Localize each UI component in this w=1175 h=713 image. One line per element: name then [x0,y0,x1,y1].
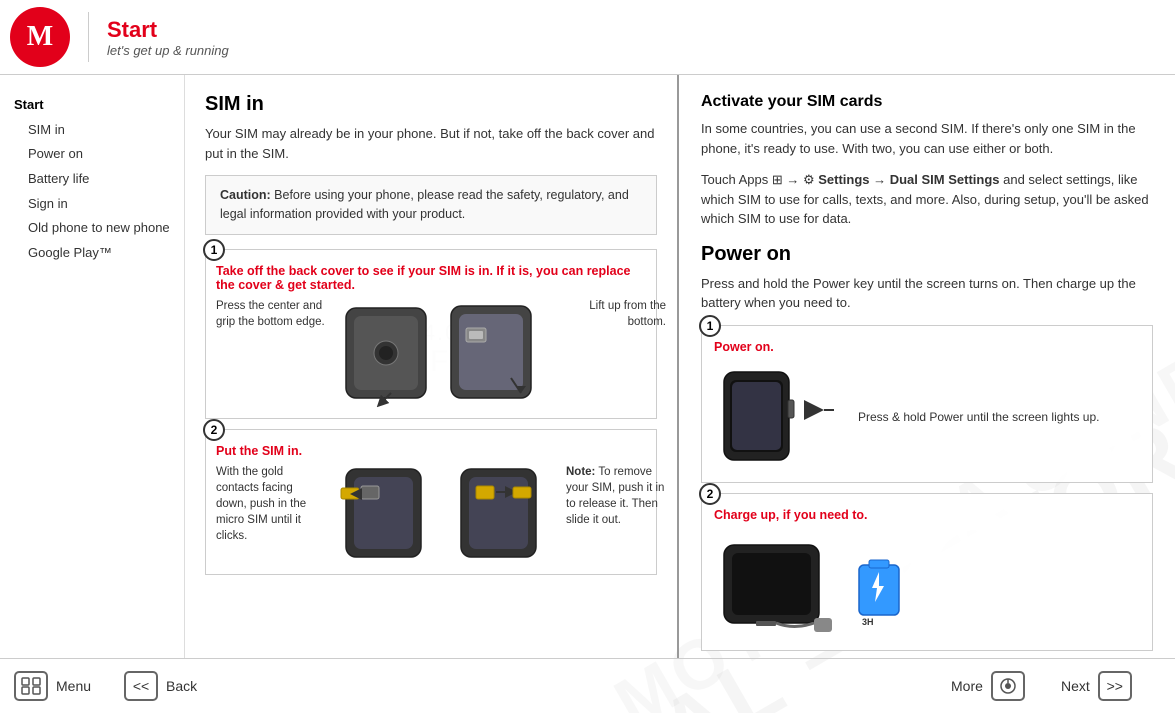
svg-text:3H: 3H [862,617,874,627]
more-label: More [951,678,983,694]
page-title: Start [107,17,229,43]
right-step1-content: Press & hold Power until the screen ligh… [714,362,1140,472]
sim-insert-diagram [336,464,556,564]
charge-diagram: 3H [714,530,914,640]
sidebar: Start SIM in Power on Battery life Sign … [0,75,185,658]
sidebar-item-battery-life[interactable]: Battery life [14,167,170,192]
phone-back-diagram [336,298,546,408]
back-icon: << [124,671,158,701]
right-step1-title: Power on. [714,340,1140,354]
menu-icon [14,671,48,701]
back-label: Back [166,678,197,694]
header: M Start let's get up & running [0,0,1175,75]
menu-label: Menu [56,678,91,694]
step2-text-main: With the gold contacts facing down, push… [216,464,326,544]
step1-text-left: Press the center and grip the bottom edg… [216,298,326,330]
page-subtitle: let's get up & running [107,43,229,58]
right-step2-content: 3H [714,530,1140,640]
right-panel: Activate your SIM cards In some countrie… [679,75,1175,658]
step1-content: Press the center and grip the bottom edg… [216,298,646,408]
step1-number: 1 [203,239,225,261]
power-on-diagram [714,362,844,472]
main-layout: Start SIM in Power on Battery life Sign … [0,75,1175,658]
right-step2-box: 2 Charge up, if you need to. [701,493,1153,651]
step2-image [336,464,556,564]
step1-title: Take off the back cover to see if your S… [216,264,646,292]
right-step2-number: 2 [699,483,721,505]
step2-content: With the gold contacts facing down, push… [216,464,646,564]
content-area: SIM in Your SIM may already be in your p… [185,75,1175,658]
power-title: Power on [701,243,1153,266]
step1-image [336,298,546,408]
caution-label: Caution: [220,188,271,202]
step2-title: Put the SIM in. [216,444,646,458]
right-step2-image: 3H [714,530,914,640]
sim-diagram: 1 Take off the back cover to see if your… [205,249,657,575]
header-divider [88,12,89,62]
more-icon [991,671,1025,701]
activate-body: In some countries, you can use a second … [701,119,1153,158]
step1-text-right: Lift up from the bottom. [556,298,666,330]
caution-box: Caution: Before using your phone, please… [205,175,657,235]
next-button[interactable]: Next >> [1061,671,1161,701]
sidebar-item-old-phone[interactable]: Old phone to new phone [14,216,170,241]
step2-main-text: With the gold contacts facing down, push… [216,466,306,542]
more-button[interactable]: More [951,671,1051,701]
bottom-toolbar: Menu << Back More Next >> [0,658,1175,713]
sim-in-title: SIM in [205,93,657,116]
sidebar-item-sign-in[interactable]: Sign in [14,192,170,217]
motorola-logo: M [10,7,70,67]
back-button[interactable]: << Back [124,671,224,701]
header-text: Start let's get up & running [107,17,229,58]
sidebar-item-google-play[interactable]: Google Play™ [14,241,170,266]
activate-title: Activate your SIM cards [701,93,1153,111]
right-step1-image [714,362,844,472]
menu-button[interactable]: Menu [14,671,114,701]
caution-text: Before using your phone, please read the… [220,188,629,221]
left-panel: SIM in Your SIM may already be in your p… [185,75,679,658]
power-body: Press and hold the Power key until the s… [701,274,1153,313]
sidebar-item-sim-in[interactable]: SIM in [14,118,170,143]
right-step1-box: 1 Power on. [701,325,1153,483]
right-step1-number: 1 [699,315,721,337]
logo-letter: M [27,21,53,53]
sidebar-item-power-on[interactable]: Power on [14,142,170,167]
next-icon: >> [1098,671,1132,701]
menu-grid-icon [21,677,41,695]
sidebar-item-start[interactable]: Start [14,93,170,118]
step2-box: 2 Put the SIM in. With the gold contacts… [205,429,657,575]
step1-box: 1 Take off the back cover to see if your… [205,249,657,419]
right-step2-title: Charge up, if you need to. [714,508,1140,522]
next-label: Next [1061,678,1090,694]
sim-in-body: Your SIM may already be in your phone. B… [205,124,657,163]
step2-note: Note: To remove your SIM, push it in to … [566,464,676,528]
more-circle-icon [999,677,1017,695]
step2-number: 2 [203,419,225,441]
activate-detail: Touch Apps ⊞ → ⚙ Settings → Dual SIM Set… [701,170,1153,229]
right-step1-text: Press & hold Power until the screen ligh… [858,408,1099,426]
note-label: Note: [566,466,595,478]
toolbar-right: More Next >> [951,671,1161,701]
